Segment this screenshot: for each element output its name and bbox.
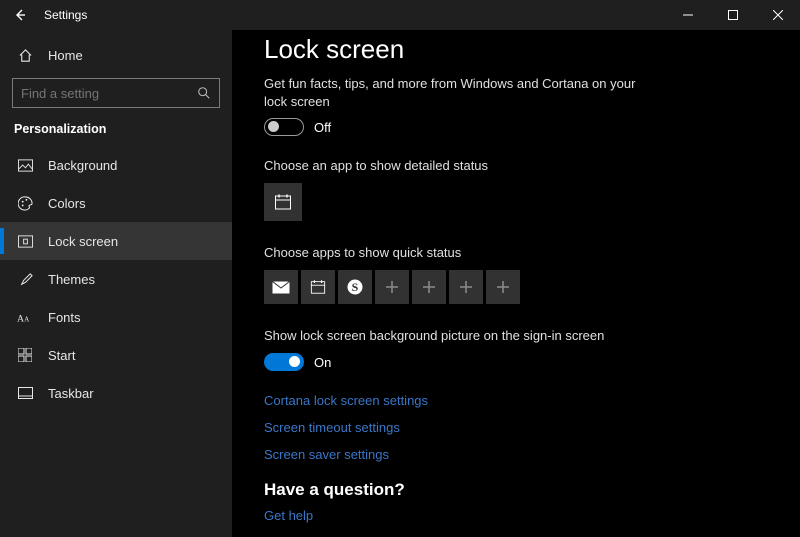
quick-status-slot-mail[interactable] [264,270,298,304]
titlebar: Settings [0,0,800,30]
sidebar-item-home[interactable]: Home [0,36,232,74]
sidebar-item-label: Start [48,348,75,363]
sidebar-item-colors[interactable]: Colors [0,184,232,222]
detailed-status-app-button[interactable] [264,183,302,221]
sidebar-item-lock-screen[interactable]: Lock screen [0,222,232,260]
quick-status-slot-add-1[interactable] [375,270,409,304]
window-title: Settings [40,8,87,22]
palette-icon [14,196,36,211]
plus-icon [422,280,436,294]
fun-facts-description: Get fun facts, tips, and more from Windo… [264,75,644,110]
search-input[interactable] [21,86,197,101]
sidebar-item-label: Themes [48,272,95,287]
mail-icon [272,281,290,294]
arrow-left-icon [13,8,27,22]
signin-bg-toggle-state: On [314,355,331,370]
maximize-button[interactable] [710,0,755,30]
question-heading: Have a question? [264,480,776,500]
sidebar-item-label: Taskbar [48,386,94,401]
page-heading: Lock screen [264,34,776,65]
quick-status-slot-calendar[interactable] [301,270,335,304]
search-icon [197,86,211,100]
link-screen-saver[interactable]: Screen saver settings [264,447,776,462]
sidebar-section-label: Personalization [0,118,232,146]
quick-status-label: Choose apps to show quick status [264,245,776,260]
quick-status-slot-add-2[interactable] [412,270,446,304]
sidebar-item-label: Lock screen [48,234,118,249]
minimize-icon [683,10,693,20]
content-pane[interactable]: Lock screen Get fun facts, tips, and mor… [232,30,800,537]
signin-bg-toggle[interactable] [264,353,304,371]
brush-icon [14,272,36,287]
link-cortana-settings[interactable]: Cortana lock screen settings [264,393,776,408]
sidebar-item-fonts[interactable]: AA Fonts [0,298,232,336]
taskbar-icon [14,387,36,399]
skype-icon: S [346,278,364,296]
home-icon [14,48,36,63]
back-button[interactable] [0,0,40,30]
minimize-button[interactable] [665,0,710,30]
plus-icon [459,280,473,294]
fonts-icon: AA [14,310,36,324]
picture-icon [14,159,36,172]
link-screen-timeout[interactable]: Screen timeout settings [264,420,776,435]
fun-facts-toggle[interactable] [264,118,304,136]
start-grid-icon [14,348,36,362]
sidebar: Home Personalization Background [0,30,232,537]
fun-facts-toggle-state: Off [314,120,331,135]
svg-text:A: A [17,313,24,324]
plus-icon [385,280,399,294]
sidebar-item-taskbar[interactable]: Taskbar [0,374,232,412]
sidebar-item-background[interactable]: Background [0,146,232,184]
sidebar-item-label: Fonts [48,310,81,325]
sidebar-item-themes[interactable]: Themes [0,260,232,298]
detailed-status-label: Choose an app to show detailed status [264,158,776,173]
lock-screen-icon [14,235,36,248]
quick-status-slot-skype[interactable]: S [338,270,372,304]
sidebar-item-label: Colors [48,196,86,211]
quick-status-slot-add-3[interactable] [449,270,483,304]
close-button[interactable] [755,0,800,30]
calendar-icon [274,193,292,211]
sidebar-item-start[interactable]: Start [0,336,232,374]
quick-status-slot-add-4[interactable] [486,270,520,304]
maximize-icon [728,10,738,20]
sidebar-item-label: Background [48,158,117,173]
link-get-help[interactable]: Get help [264,508,776,523]
plus-icon [496,280,510,294]
sidebar-item-label: Home [48,48,83,63]
calendar-icon [310,279,326,295]
svg-text:A: A [24,315,30,323]
signin-bg-label: Show lock screen background picture on t… [264,328,776,343]
svg-text:S: S [352,280,359,294]
close-icon [773,10,783,20]
search-input-wrapper[interactable] [12,78,220,108]
